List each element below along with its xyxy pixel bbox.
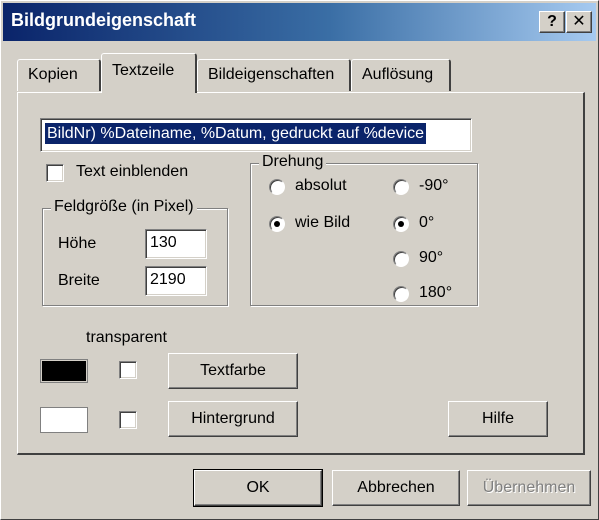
field-size-group: Feldgröße (in Pixel) Höhe 130 Breite 219… (42, 198, 228, 306)
textcolor-button[interactable]: Textfarbe (168, 353, 298, 389)
height-label: Höhe (58, 235, 97, 252)
tab-aufloesung[interactable]: Auflösung (351, 59, 451, 91)
radio-0-label: 0° (419, 214, 435, 231)
radio-90[interactable] (393, 251, 409, 267)
title-bar[interactable]: Bildgrundeigenschaft ? ✕ (3, 3, 596, 41)
tab-textzeile[interactable]: Textzeile (101, 53, 197, 93)
height-input[interactable]: 130 (145, 229, 207, 259)
radio-0[interactable] (393, 216, 409, 232)
apply-button[interactable]: Übernehmen (467, 470, 591, 506)
rotation-legend: Drehung (259, 153, 327, 171)
background-button[interactable]: Hintergrund (168, 401, 298, 437)
show-text-label: Text einblenden (76, 163, 189, 180)
rotation-group: Drehung absolut wie Bild -90° 0° 90° 180… (250, 153, 478, 306)
width-label: Breite (58, 272, 100, 289)
width-input[interactable]: 2190 (145, 266, 207, 296)
textline-value: BildNr) %Dateiname, %Datum, gedruckt auf… (45, 123, 427, 144)
background-color-swatch[interactable] (40, 407, 88, 433)
radio-90-label: 90° (419, 249, 444, 266)
radio-absolut[interactable] (269, 179, 285, 195)
window-title: Bildgrundeigenschaft (11, 10, 197, 30)
ok-button[interactable]: OK (193, 469, 323, 507)
text-color-swatch[interactable] (40, 359, 88, 383)
cancel-button[interactable]: Abbrechen (332, 470, 460, 506)
textline-input[interactable]: BildNr) %Dateiname, %Datum, gedruckt auf… (40, 118, 472, 152)
help-button[interactable]: Hilfe (448, 401, 548, 437)
radio-minus-90[interactable] (393, 179, 409, 195)
radio-wie-bild[interactable] (269, 216, 285, 232)
field-size-legend: Feldgröße (in Pixel) (51, 198, 197, 216)
radio-minus-90-label: -90° (419, 177, 449, 194)
text-color-fill (42, 361, 86, 381)
radio-wie-bild-label: wie Bild (295, 214, 351, 231)
dialog-window: Bildgrundeigenschaft ? ✕ Kopien Textzeil… (0, 0, 599, 520)
close-button[interactable]: ✕ (566, 11, 592, 33)
background-transparent-checkbox[interactable] (119, 411, 137, 429)
radio-absolut-label: absolut (295, 177, 347, 194)
show-text-checkbox[interactable] (46, 164, 64, 182)
radio-180[interactable] (393, 286, 409, 302)
transparent-label: transparent (86, 329, 167, 346)
text-transparent-checkbox[interactable] (119, 361, 137, 379)
radio-180-label: 180° (419, 284, 453, 301)
tab-kopien[interactable]: Kopien (17, 59, 101, 91)
tab-bildeigenschaften[interactable]: Bildeigenschaften (197, 59, 351, 91)
help-title-button[interactable]: ? (539, 11, 565, 33)
tab-panel: BildNr) %Dateiname, %Datum, gedruckt auf… (17, 92, 585, 455)
